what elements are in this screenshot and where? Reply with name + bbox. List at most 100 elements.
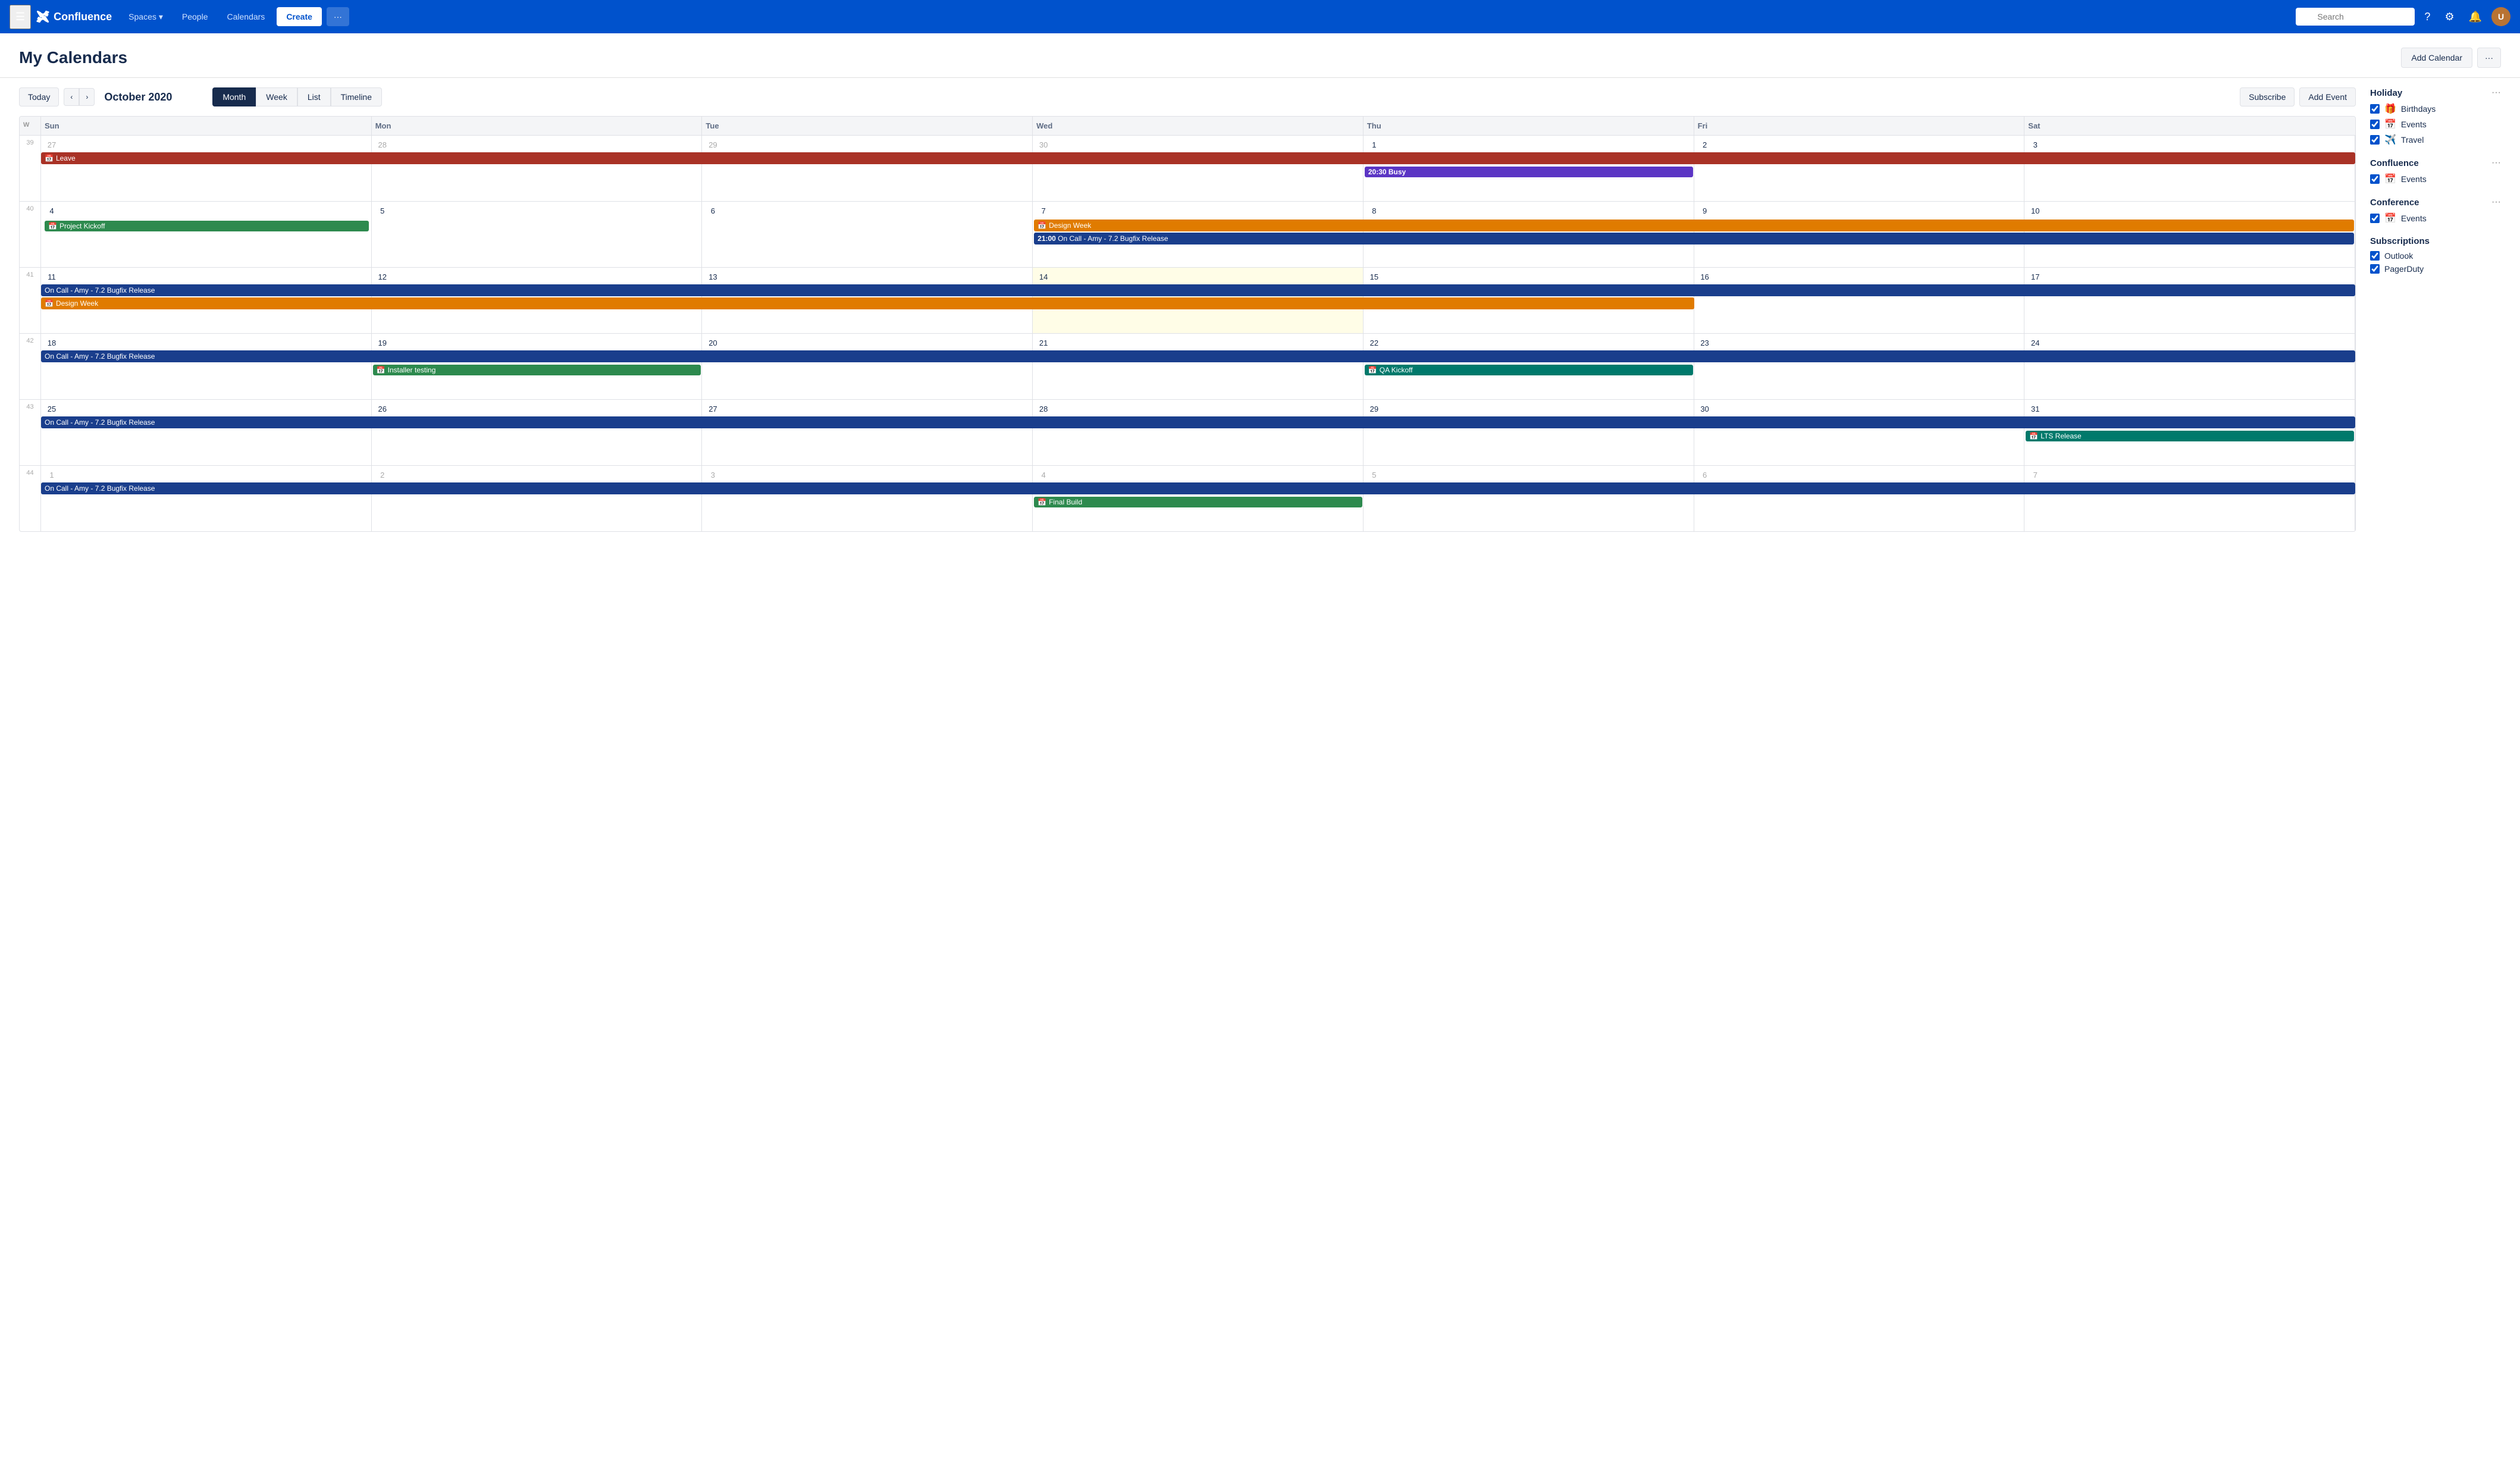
subscribe-button[interactable]: Subscribe: [2240, 87, 2295, 106]
add-event-button[interactable]: Add Event: [2299, 87, 2356, 106]
next-month-button[interactable]: ›: [79, 88, 95, 106]
on-call-event-44[interactable]: On Call - Amy - 7.2 Bugfix Release: [41, 482, 2355, 494]
project-kickoff-event[interactable]: 📅 Project Kickoff: [45, 221, 369, 231]
cal-day-nov5[interactable]: 5: [1364, 466, 1694, 531]
cal-day-30[interactable]: 30: [1694, 400, 2025, 465]
sidebar-item-travel: ✈️ Travel: [2370, 134, 2501, 146]
lts-release-event[interactable]: 📅 LTS Release: [2026, 431, 2354, 441]
on-call-event-43[interactable]: On Call - Amy - 7.2 Bugfix Release: [41, 416, 2355, 428]
cal-day-30[interactable]: 30: [1033, 136, 1364, 201]
today-button[interactable]: Today: [19, 87, 59, 106]
prev-month-button[interactable]: ‹: [64, 88, 79, 106]
sidebar-item-conference-events: 📅 Events: [2370, 212, 2501, 224]
sidebar-item-birthdays: 🎁 Birthdays: [2370, 103, 2501, 115]
tab-month[interactable]: Month: [212, 87, 256, 106]
tab-list[interactable]: List: [297, 87, 331, 106]
week-41: 41 11 12 13 14 15 16 17 On Call - Amy - …: [20, 268, 2355, 334]
final-build-event[interactable]: 📅 Final Build: [1034, 497, 1362, 507]
search-input[interactable]: [2296, 8, 2415, 26]
travel-checkbox[interactable]: [2370, 135, 2380, 145]
design-week-event-40[interactable]: 📅 Design Week: [1034, 220, 2354, 231]
cal-day-27b[interactable]: 27: [702, 400, 1033, 465]
cal-day-29[interactable]: 29: [702, 136, 1033, 201]
create-button[interactable]: Create: [277, 7, 322, 26]
notifications-button[interactable]: 🔔: [2464, 6, 2487, 28]
conference-events-icon: 📅: [2384, 212, 2396, 224]
sidebar-conference-more[interactable]: ···: [2491, 197, 2501, 208]
calendar-grid: W Sun Mon Tue Wed Thu Fri Sat 39 27 28 2…: [19, 116, 2356, 532]
cal-day-26[interactable]: 26: [372, 400, 703, 465]
sidebar-holiday-title: Holiday: [2370, 88, 2402, 98]
cal-day-nov7[interactable]: 7: [2024, 466, 2355, 531]
design-week-event-41[interactable]: 📅 Design Week: [41, 297, 1694, 309]
birthdays-label: Birthdays: [2401, 104, 2436, 114]
leave-event[interactable]: 📅 Leave: [41, 152, 2355, 164]
sidebar-confluence-title: Confluence: [2370, 158, 2419, 168]
sidebar-item-confluence-events: 📅 Events: [2370, 173, 2501, 185]
on-call-event-40[interactable]: 21:00 On Call - Amy - 7.2 Bugfix Release: [1034, 233, 2354, 244]
spaces-nav[interactable]: Spaces ▾: [121, 7, 170, 27]
cal-day-oct2[interactable]: 2: [1694, 136, 2025, 201]
page-more-button[interactable]: ···: [2477, 48, 2501, 68]
sidebar-item-holiday-events: 📅 Events: [2370, 118, 2501, 130]
conference-events-label: Events: [2401, 214, 2427, 223]
cal-day-21[interactable]: 21: [1033, 334, 1364, 399]
col-sun: Sun: [41, 117, 372, 135]
pagerduty-label: PagerDuty: [2384, 264, 2424, 274]
sidebar-holiday-more[interactable]: ···: [2491, 87, 2501, 98]
holiday-events-checkbox[interactable]: [2370, 120, 2380, 129]
birthdays-checkbox[interactable]: [2370, 104, 2380, 114]
cal-day-28[interactable]: 28: [1033, 400, 1364, 465]
on-call-event-42[interactable]: On Call - Amy - 7.2 Bugfix Release: [41, 350, 2355, 362]
sidebar-section-confluence: Confluence ··· 📅 Events: [2370, 158, 2501, 185]
tab-timeline[interactable]: Timeline: [331, 87, 382, 106]
confluence-events-checkbox[interactable]: [2370, 174, 2380, 184]
calendar-toolbar: Today ‹ › October 2020 Month Week List T…: [19, 87, 2356, 106]
cal-day-nov3[interactable]: 3: [702, 466, 1033, 531]
week-num-39: 39: [20, 136, 41, 201]
cal-day-29[interactable]: 29: [1364, 400, 1694, 465]
travel-label: Travel: [2401, 135, 2424, 145]
sidebar-item-pagerduty: PagerDuty: [2370, 264, 2501, 274]
tab-week[interactable]: Week: [256, 87, 297, 106]
cal-day-27[interactable]: 27: [41, 136, 372, 201]
people-nav[interactable]: People: [175, 7, 215, 26]
busy-event[interactable]: 20:30 Busy: [1365, 167, 1693, 177]
outlook-checkbox[interactable]: [2370, 251, 2380, 261]
calendar-main: Today ‹ › October 2020 Month Week List T…: [19, 87, 2356, 532]
cal-day-5[interactable]: 5: [372, 202, 703, 267]
cal-day-24[interactable]: 24: [2024, 334, 2355, 399]
month-label: October 2020: [104, 91, 193, 104]
cal-day-nov1[interactable]: 1: [41, 466, 372, 531]
cal-day-20[interactable]: 20: [702, 334, 1033, 399]
cal-day-nov2[interactable]: 2: [372, 466, 703, 531]
cal-day-18[interactable]: 18: [41, 334, 372, 399]
cal-day-6[interactable]: 6: [702, 202, 1033, 267]
hamburger-menu-button[interactable]: ☰: [10, 5, 31, 29]
cal-day-nov6[interactable]: 6: [1694, 466, 2025, 531]
confluence-logo[interactable]: Confluence: [36, 10, 112, 24]
cal-day-25[interactable]: 25: [41, 400, 372, 465]
add-calendar-button[interactable]: Add Calendar: [2401, 48, 2472, 68]
cal-day-28[interactable]: 28: [372, 136, 703, 201]
conference-events-checkbox[interactable]: [2370, 214, 2380, 223]
page-title: My Calendars: [19, 48, 127, 67]
cal-day-4[interactable]: 4 📅 Project Kickoff: [41, 202, 372, 267]
installer-testing-event[interactable]: 📅 Installer testing: [373, 365, 701, 375]
cal-day-oct3[interactable]: 3: [2024, 136, 2355, 201]
on-call-event-41[interactable]: On Call - Amy - 7.2 Bugfix Release: [41, 284, 2355, 296]
week-col-header: W: [20, 117, 41, 135]
avatar[interactable]: U: [2491, 7, 2510, 26]
more-button[interactable]: ···: [327, 7, 349, 26]
qa-kickoff-event[interactable]: 📅 QA Kickoff: [1365, 365, 1693, 375]
pagerduty-checkbox[interactable]: [2370, 264, 2380, 274]
col-fri: Fri: [1694, 117, 2025, 135]
calendars-nav[interactable]: Calendars: [220, 7, 272, 26]
sidebar-confluence-more[interactable]: ···: [2491, 158, 2501, 168]
confluence-events-label: Events: [2401, 174, 2427, 184]
week-40: 40 4 📅 Project Kickoff 5 6 7 8 9 10: [20, 202, 2355, 268]
cal-day-23[interactable]: 23: [1694, 334, 2025, 399]
settings-button[interactable]: ⚙: [2440, 6, 2459, 28]
help-button[interactable]: ?: [2419, 6, 2435, 28]
nav-button-group: ‹ ›: [64, 88, 95, 106]
